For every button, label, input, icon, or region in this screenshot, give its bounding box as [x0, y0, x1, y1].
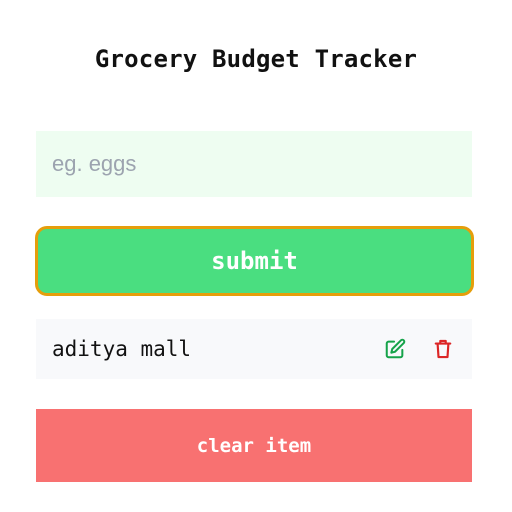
edit-icon[interactable]	[382, 336, 408, 362]
list-item: aditya mall	[36, 319, 472, 379]
page-title: Grocery Budget Tracker	[94, 45, 418, 73]
grocery-app: Grocery Budget Tracker submit aditya mal…	[0, 0, 512, 512]
clear-items-button[interactable]: clear item	[36, 409, 472, 482]
trash-icon[interactable]	[430, 336, 456, 362]
submit-button[interactable]: submit	[35, 226, 474, 296]
item-name: aditya mall	[52, 337, 192, 361]
item-input[interactable]	[36, 131, 472, 197]
